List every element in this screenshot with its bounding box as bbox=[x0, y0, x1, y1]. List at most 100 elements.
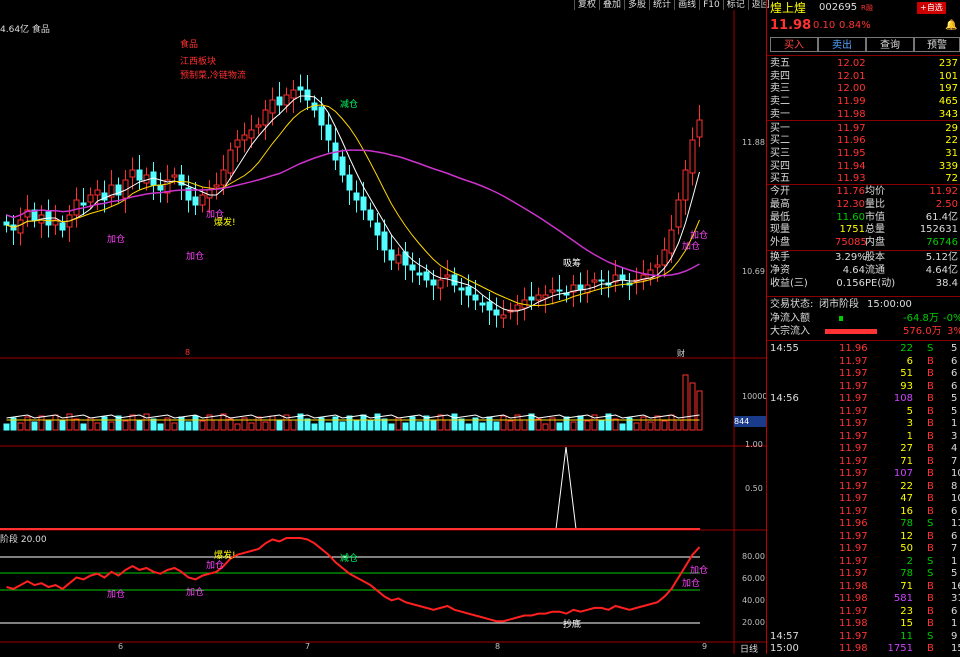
toolbar-duogu[interactable]: 多股 bbox=[624, 0, 649, 10]
candle-body bbox=[367, 209, 374, 221]
orderbook-row[interactable]: 买二 11.96 22 bbox=[767, 134, 960, 147]
volume-bar bbox=[402, 422, 409, 431]
orderbook-row[interactable]: 买四 11.94 339 bbox=[767, 160, 960, 173]
volume-bar bbox=[430, 420, 437, 431]
tick-count: 7 bbox=[951, 543, 958, 554]
tick-price: 11.96 bbox=[839, 518, 868, 529]
ind2-signal: 抄底 bbox=[563, 620, 582, 630]
tick-volume: 12 bbox=[900, 530, 913, 542]
kline-svg[interactable] bbox=[0, 10, 766, 654]
tick-row: 11.96 78 S 11 bbox=[767, 517, 960, 530]
annotation-2: 江西板块 bbox=[180, 57, 217, 67]
tick-price: 11.97 bbox=[839, 543, 868, 554]
candle-body bbox=[94, 189, 101, 196]
volume-bar bbox=[339, 421, 346, 431]
tick-count: 11 bbox=[951, 518, 960, 529]
orderbook-volume: 343 bbox=[938, 108, 958, 120]
buy-button[interactable]: 买入 bbox=[770, 37, 818, 52]
stat-label: 换手 bbox=[770, 252, 790, 263]
kline-chart-area[interactable]: 4.64亿 食品 食品 江西板块 预制菜,冷链物流 11.88 10.69 加仓… bbox=[0, 10, 767, 655]
volume-bar bbox=[689, 382, 696, 431]
add-watchlist-button[interactable]: +自选 bbox=[917, 2, 946, 14]
tick-row: 14:56 11.97 108 B 5 bbox=[767, 392, 960, 405]
candle-body bbox=[241, 134, 248, 141]
stats-row: 净资 4.64 流通 4.64亿 bbox=[767, 264, 960, 277]
toolbar-biaoji[interactable]: 标记 bbox=[722, 0, 748, 10]
orderbook-row[interactable]: 卖五 12.02 237 bbox=[767, 57, 960, 70]
price-axis-label: 10.69 bbox=[742, 267, 765, 276]
alert-button[interactable]: 预警 bbox=[914, 37, 960, 52]
tick-side: S bbox=[927, 343, 934, 354]
candle-body bbox=[458, 287, 465, 291]
candle-body bbox=[437, 279, 444, 289]
orderbook-row[interactable]: 卖四 12.01 101 bbox=[767, 70, 960, 83]
tick-side: B bbox=[927, 405, 934, 417]
orderbook-row[interactable]: 买一 11.97 29 bbox=[767, 122, 960, 135]
tick-volume: 71 bbox=[900, 580, 913, 592]
volume-bar bbox=[381, 418, 388, 431]
volume-bar bbox=[157, 423, 164, 431]
orderbook-level: 卖二 bbox=[770, 96, 790, 108]
candle-body bbox=[346, 174, 353, 191]
tick-time: 14:57 bbox=[770, 630, 799, 642]
price-row: 11.98 0.10 0.84% 🔔 bbox=[767, 18, 960, 34]
volume-bar bbox=[696, 390, 703, 431]
tick-count: 10 bbox=[951, 468, 960, 479]
volume-bar bbox=[640, 416, 647, 431]
flow-label: 净流入额 bbox=[770, 313, 810, 324]
toolbar-f10[interactable]: F10 bbox=[699, 0, 723, 10]
tick-row: 11.97 93 B 6 bbox=[767, 380, 960, 393]
orderbook-row[interactable]: 卖二 11.99 465 bbox=[767, 95, 960, 108]
month-label: 8 bbox=[495, 642, 501, 651]
month-label: 9 bbox=[702, 642, 708, 651]
tick-row: 11.97 27 B 4 bbox=[767, 442, 960, 455]
period-label[interactable]: 日线 bbox=[740, 642, 758, 655]
stat-value: 5.12亿 bbox=[925, 252, 958, 263]
orderbook-price: 11.97 bbox=[837, 122, 866, 134]
orderbook-row[interactable]: 卖一 11.98 343 bbox=[767, 108, 960, 121]
orderbook-level: 卖四 bbox=[770, 70, 790, 82]
candle-body bbox=[423, 271, 430, 281]
tick-count: 1 bbox=[951, 418, 958, 429]
tick-price: 11.98 bbox=[839, 580, 868, 592]
ind2-axis-label: 60.00 bbox=[742, 574, 765, 583]
stats-row: 收益(三) 0.156 PE(动) 38.4 bbox=[767, 277, 960, 290]
orderbook-volume: 197 bbox=[938, 83, 958, 95]
query-button[interactable]: 查询 bbox=[866, 37, 914, 52]
tick-side: B bbox=[927, 430, 934, 442]
orderbook-row[interactable]: 买三 11.95 31 bbox=[767, 147, 960, 160]
orderbook-row[interactable]: 卖三 12.00 197 bbox=[767, 82, 960, 95]
toolbar-huaxian[interactable]: 画线 bbox=[674, 0, 699, 10]
indicator1-line bbox=[555, 446, 577, 530]
tick-row: 15:00 11.98 1751 B 154 bbox=[767, 642, 960, 655]
tick-price: 11.97 bbox=[839, 480, 868, 492]
volume-bar bbox=[143, 413, 150, 431]
volume-bar bbox=[409, 416, 416, 431]
volume-series bbox=[3, 374, 703, 431]
volume-bar bbox=[17, 422, 24, 431]
tick-count: 6 bbox=[951, 355, 958, 367]
stock-name: 煌上煌 bbox=[770, 1, 807, 15]
sell-button[interactable]: 卖出 bbox=[818, 37, 866, 52]
candle-body bbox=[472, 294, 479, 301]
candle-body bbox=[136, 169, 143, 181]
toolbar-fuquan[interactable]: 复权 bbox=[574, 0, 599, 10]
toolbar-tongji[interactable]: 统计 bbox=[649, 0, 674, 10]
tick-row: 11.97 16 B 6 bbox=[767, 505, 960, 518]
candle-body bbox=[213, 184, 220, 188]
tick-price: 11.97 bbox=[839, 555, 868, 567]
volume-bar bbox=[598, 419, 605, 431]
ind2-signal: 加仓 bbox=[107, 590, 126, 600]
stat-value: 75085 bbox=[835, 237, 867, 249]
volume-bar bbox=[199, 420, 206, 431]
bell-icon[interactable]: 🔔 bbox=[945, 18, 957, 34]
candle-body bbox=[248, 129, 255, 139]
volume-bar bbox=[129, 414, 136, 431]
volume-bar bbox=[479, 422, 486, 431]
orderbook-level: 卖五 bbox=[770, 58, 790, 69]
toolbar-diejia[interactable]: 叠加 bbox=[599, 0, 624, 10]
tick-price: 11.98 bbox=[839, 618, 868, 629]
candle-body bbox=[668, 229, 675, 254]
candle-body bbox=[73, 199, 80, 216]
orderbook-volume: 29 bbox=[945, 122, 958, 134]
